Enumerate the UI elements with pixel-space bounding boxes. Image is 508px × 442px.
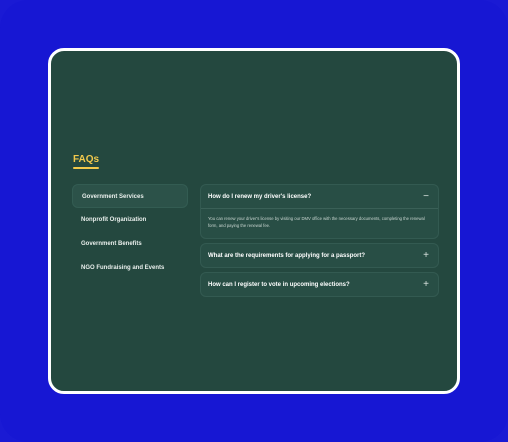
category-label: Government Services (82, 194, 144, 200)
faq-answer: You can renew your driver's license by v… (208, 216, 425, 228)
faq-question: How can I register to vote in upcoming e… (208, 281, 350, 288)
faq-question-button[interactable]: What are the requirements for applying f… (201, 244, 438, 267)
expand-icon[interactable]: + (421, 250, 431, 261)
category-sidebar: Government Services Nonprofit Organizati… (72, 184, 188, 280)
category-label: NGO Fundraising and Events (81, 265, 165, 271)
title-underline (73, 167, 99, 169)
faq-item: What are the requirements for applying f… (200, 243, 439, 269)
category-ngo-fundraising[interactable]: NGO Fundraising and Events (72, 256, 188, 280)
faq-question-button[interactable]: How do I renew my driver's license? − (201, 185, 438, 208)
category-government-benefits[interactable]: Government Benefits (72, 232, 188, 256)
faq-item: How can I register to vote in upcoming e… (200, 272, 439, 298)
expand-icon[interactable]: + (421, 279, 431, 290)
faq-question: What are the requirements for applying f… (208, 252, 366, 259)
faq-question-button[interactable]: How can I register to vote in upcoming e… (201, 273, 438, 296)
faq-question: How do I renew my driver's license? (208, 193, 312, 200)
category-label: Government Benefits (81, 241, 142, 247)
faq-card: FAQs Government Services Nonprofit Organ… (48, 48, 460, 394)
collapse-icon[interactable]: − (421, 191, 431, 202)
faq-item-expanded: How do I renew my driver's license? − Yo… (200, 184, 439, 240)
category-nonprofit-organization[interactable]: Nonprofit Organization (72, 208, 188, 232)
category-government-services[interactable]: Government Services (72, 184, 188, 208)
category-label: Nonprofit Organization (81, 217, 147, 223)
page-title: FAQs (73, 154, 100, 165)
faq-list: How do I renew my driver's license? − Yo… (200, 184, 439, 301)
